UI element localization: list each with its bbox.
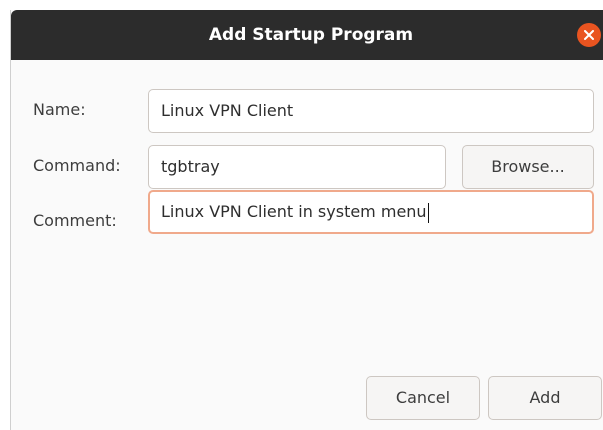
add-startup-program-dialog: Add Startup Program Name: Linux VPN Clie… xyxy=(10,10,603,430)
command-label: Command: xyxy=(33,156,121,175)
comment-label: Comment: xyxy=(33,211,117,230)
name-field[interactable]: Linux VPN Client xyxy=(148,89,594,133)
comment-field-text: Linux VPN Client in system menu xyxy=(161,202,427,221)
add-button[interactable]: Add xyxy=(488,376,602,420)
close-icon xyxy=(584,30,594,40)
command-field[interactable]: tgbtray xyxy=(148,145,446,189)
text-caret xyxy=(427,202,429,223)
browse-button[interactable]: Browse... xyxy=(462,145,594,189)
titlebar: Add Startup Program xyxy=(11,10,603,60)
close-button[interactable] xyxy=(577,23,601,47)
name-label: Name: xyxy=(33,100,86,119)
cancel-button[interactable]: Cancel xyxy=(366,376,480,420)
dialog-title: Add Startup Program xyxy=(208,25,414,45)
comment-field[interactable]: Linux VPN Client in system menu xyxy=(148,190,594,234)
